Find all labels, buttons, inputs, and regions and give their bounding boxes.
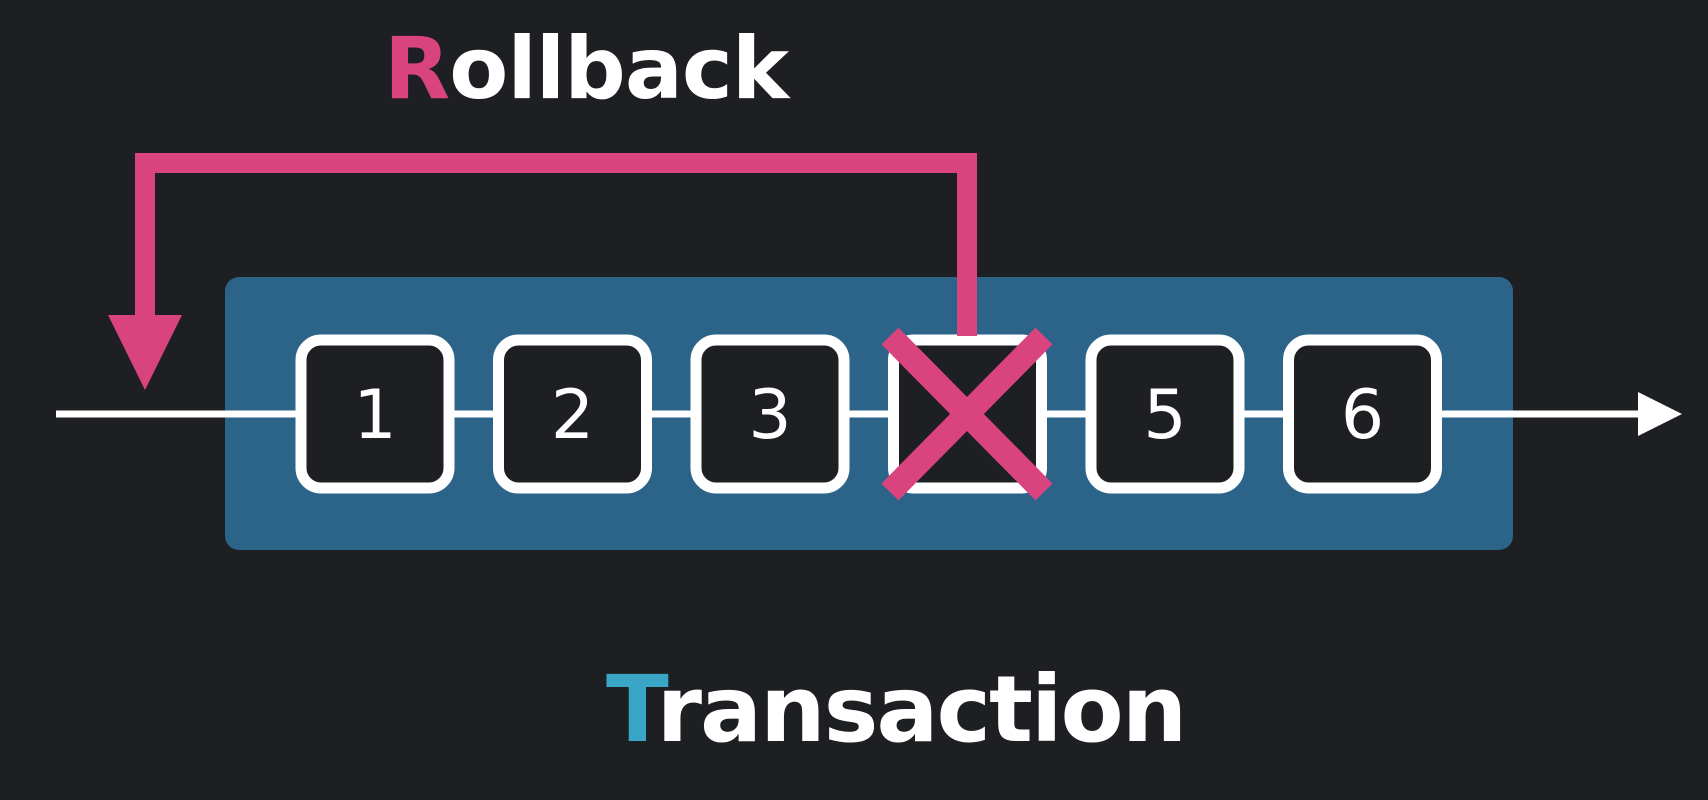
step-label: 5 <box>1143 376 1186 455</box>
step-label: 3 <box>748 376 791 455</box>
transaction-rollback-diagram: Rollback 12356 Transaction <box>0 0 1708 800</box>
step-box: 2 <box>493 334 652 494</box>
step-box: 6 <box>1283 334 1442 494</box>
step-box: 3 <box>690 334 850 494</box>
step-label: 2 <box>551 376 594 455</box>
arrow-right-icon <box>1638 392 1682 436</box>
transaction-title-initial: T <box>606 656 659 763</box>
step-label: 6 <box>1341 376 1384 455</box>
step-box: 1 <box>295 334 455 494</box>
arrow-down-icon <box>108 315 182 390</box>
step-box: 5 <box>1085 334 1245 494</box>
transaction-title-rest: ransaction <box>656 656 1188 763</box>
transaction-title: Transaction <box>606 664 1187 756</box>
step-label: 1 <box>353 376 396 455</box>
